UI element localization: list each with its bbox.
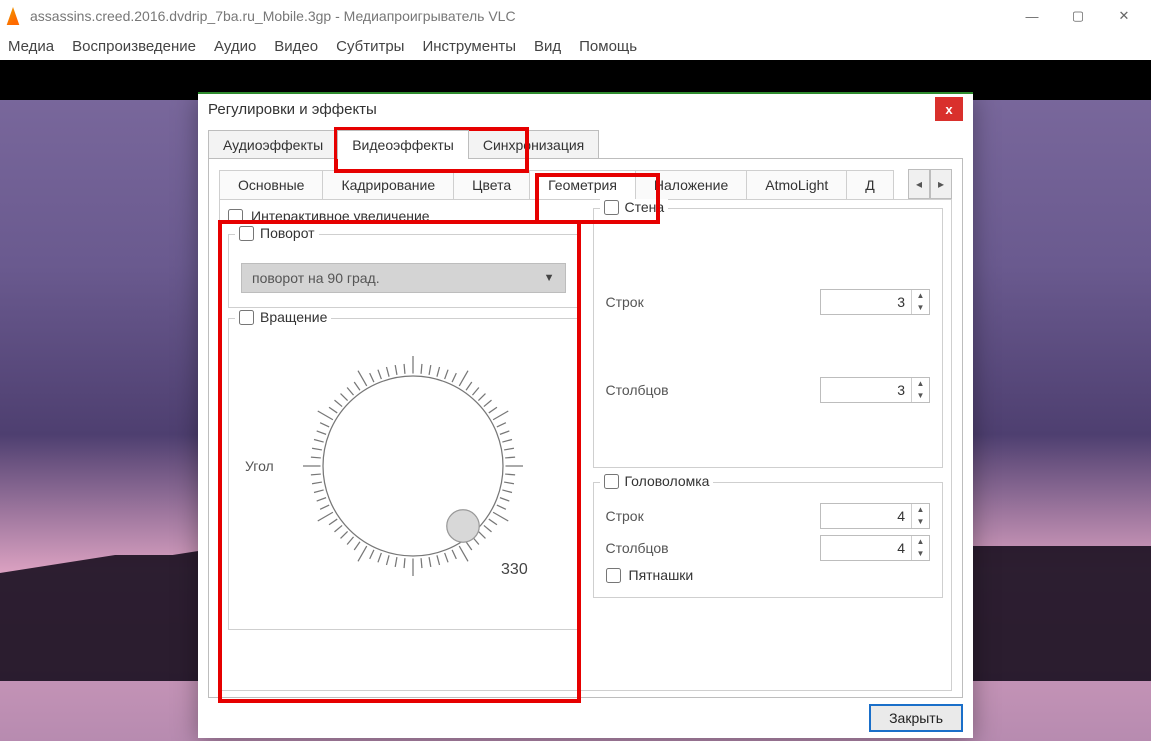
puzzle-rows-row: Строк 4 ▲▼ [606, 503, 931, 529]
video-effects-panel: Основные Кадрирование Цвета Геометрия На… [208, 159, 963, 698]
interactive-zoom-checkbox[interactable]: Интерактивное увеличение [228, 208, 579, 224]
puzzle-shuffle-input[interactable] [606, 568, 621, 583]
tabs-scroll-left[interactable]: ◂ [908, 169, 930, 199]
puzzle-legend: Головоломка [625, 473, 710, 489]
menu-media[interactable]: Медиа [8, 38, 54, 55]
puzzle-cols-value: 4 [821, 540, 911, 556]
rotation-legend: Вращение [260, 309, 327, 325]
tab-synchronization[interactable]: Синхронизация [468, 130, 599, 159]
puzzle-rows-spinner[interactable]: 4 ▲▼ [820, 503, 930, 529]
spin-up-icon[interactable]: ▲ [912, 290, 929, 302]
title-bar: assassins.creed.2016.dvdrip_7ba.ru_Mobil… [0, 0, 1151, 32]
effects-dialog: Регулировки и эффекты x Аудиоэффекты Вид… [198, 92, 973, 738]
rotate-checkbox[interactable] [239, 226, 254, 241]
rotate-group: Поворот поворот на 90 град. ▼ [228, 234, 579, 308]
subtab-basic[interactable]: Основные [219, 170, 323, 199]
subtab-geometry[interactable]: Геометрия [529, 170, 636, 199]
minimize-button[interactable]: — [1009, 0, 1055, 32]
dialog-title-bar: Регулировки и эффекты x [198, 94, 973, 124]
tab-audio-effects[interactable]: Аудиоэффекты [208, 130, 338, 159]
chevron-down-icon: ▼ [544, 272, 555, 284]
wall-rows-row: Строк 3 ▲▼ [606, 289, 931, 315]
wall-rows-spinner[interactable]: 3 ▲▼ [820, 289, 930, 315]
dialog-title: Регулировки и эффекты [208, 101, 377, 118]
tabs-scroll-right[interactable]: ▸ [930, 169, 952, 199]
spin-up-icon[interactable]: ▲ [912, 536, 929, 548]
sub-tabs: Основные Кадрирование Цвета Геометрия На… [219, 170, 908, 199]
window-title: assassins.creed.2016.dvdrip_7ba.ru_Mobil… [30, 8, 516, 24]
geometry-right-column: Стена Строк 3 ▲▼ Столбцов 3 [593, 208, 944, 682]
wall-cols-label: Столбцов [606, 382, 811, 398]
interactive-zoom-input[interactable] [228, 209, 243, 224]
geometry-tab-body: Интерактивное увеличение Поворот поворот… [219, 199, 952, 691]
rotate-dropdown[interactable]: поворот на 90 град. ▼ [241, 263, 566, 293]
spin-up-icon[interactable]: ▲ [912, 378, 929, 390]
subtab-colors[interactable]: Цвета [453, 170, 530, 199]
menu-playback[interactable]: Воспроизведение [72, 38, 196, 55]
rotation-group: Вращение Угол [228, 318, 579, 630]
spin-up-icon[interactable]: ▲ [912, 504, 929, 516]
angle-label: Угол [245, 458, 274, 474]
menu-audio[interactable]: Аудио [214, 38, 256, 55]
rotate-dropdown-value: поворот на 90 град. [252, 270, 380, 286]
window-controls: — ▢ ✕ [1009, 0, 1147, 32]
menu-subtitles[interactable]: Субтитры [336, 38, 404, 55]
dialog-bottom-bar: Закрыть [198, 698, 973, 738]
close-window-button[interactable]: ✕ [1101, 0, 1147, 32]
menu-tools[interactable]: Инструменты [422, 38, 516, 55]
rotate-legend: Поворот [260, 225, 315, 241]
spin-down-icon[interactable]: ▼ [912, 548, 929, 560]
subtab-crop[interactable]: Кадрирование [322, 170, 454, 199]
menu-bar: Медиа Воспроизведение Аудио Видео Субтит… [0, 32, 1151, 60]
menu-help[interactable]: Помощь [579, 38, 637, 55]
dialog-close-button[interactable]: x [935, 97, 963, 121]
puzzle-cols-label: Столбцов [606, 540, 811, 556]
wall-group: Стена Строк 3 ▲▼ Столбцов 3 [593, 208, 944, 468]
subtab-atmolight[interactable]: AtmoLight [746, 170, 847, 199]
puzzle-shuffle-checkbox[interactable]: Пятнашки [606, 567, 931, 583]
subtab-more[interactable]: Д [846, 170, 893, 199]
subtab-overlay[interactable]: Наложение [635, 170, 747, 199]
spin-down-icon[interactable]: ▼ [912, 390, 929, 402]
spin-down-icon[interactable]: ▼ [912, 516, 929, 528]
puzzle-rows-value: 4 [821, 508, 911, 524]
angle-dial[interactable]: 330 [288, 341, 538, 591]
wall-cols-value: 3 [821, 382, 911, 398]
puzzle-cols-spinner[interactable]: 4 ▲▼ [820, 535, 930, 561]
main-tabs: Аудиоэффекты Видеоэффекты Синхронизация [208, 130, 963, 159]
menu-video[interactable]: Видео [274, 38, 318, 55]
tab-video-effects[interactable]: Видеоэффекты [337, 130, 469, 159]
spin-down-icon[interactable]: ▼ [912, 302, 929, 314]
puzzle-checkbox[interactable] [604, 474, 619, 489]
puzzle-shuffle-label: Пятнашки [629, 567, 694, 583]
wall-legend: Стена [625, 199, 665, 215]
puzzle-group: Головоломка Строк 4 ▲▼ Столбцов 4 ▲▼ [593, 482, 944, 598]
wall-cols-spinner[interactable]: 3 ▲▼ [820, 377, 930, 403]
interactive-zoom-label: Интерактивное увеличение [251, 208, 430, 224]
dialog-close-text-button[interactable]: Закрыть [869, 704, 963, 732]
wall-rows-value: 3 [821, 294, 911, 310]
wall-rows-label: Строк [606, 294, 811, 310]
menu-view[interactable]: Вид [534, 38, 561, 55]
sub-tabs-row: Основные Кадрирование Цвета Геометрия На… [219, 169, 952, 199]
rotation-checkbox[interactable] [239, 310, 254, 325]
puzzle-rows-label: Строк [606, 508, 811, 524]
wall-cols-row: Столбцов 3 ▲▼ [606, 377, 931, 403]
wall-checkbox[interactable] [604, 200, 619, 215]
vlc-cone-icon [4, 7, 22, 25]
puzzle-cols-row: Столбцов 4 ▲▼ [606, 535, 931, 561]
geometry-left-column: Интерактивное увеличение Поворот поворот… [228, 208, 579, 682]
angle-value: 330 [501, 561, 528, 579]
maximize-button[interactable]: ▢ [1055, 0, 1101, 32]
